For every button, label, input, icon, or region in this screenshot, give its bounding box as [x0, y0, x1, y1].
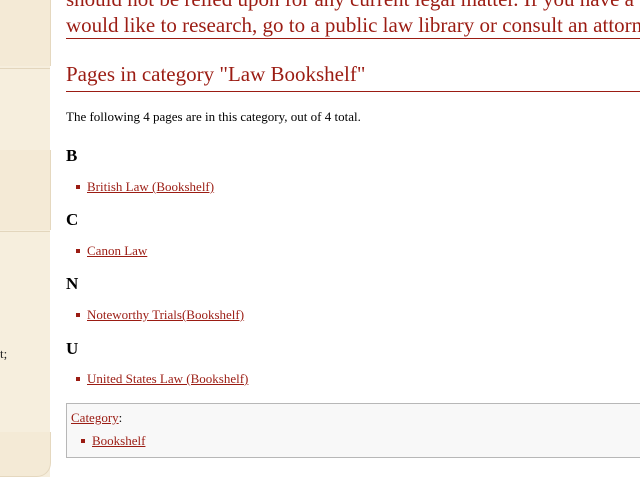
catlinks-label: Category: [71, 410, 122, 426]
list-item: Canon Law [76, 243, 147, 259]
page-link-noteworthy-trials[interactable]: Noteworthy Trials(Bookshelf) [87, 307, 244, 322]
page-link-british-law[interactable]: British Law (Bookshelf) [87, 179, 214, 194]
list-item: United States Law (Bookshelf) [76, 371, 248, 387]
category-links-box: Category: Bookshelf [66, 403, 640, 458]
list-item: British Law (Bookshelf) [76, 179, 214, 195]
heading-underline [66, 91, 640, 92]
group-letter-b: B [66, 146, 78, 165]
sidebar-text-fragment: t; [0, 346, 8, 361]
sidebar-panel [0, 150, 51, 230]
group-letter-n: N [66, 274, 79, 293]
category-link-bookshelf[interactable]: Bookshelf [92, 433, 145, 448]
sidebar-divider [0, 231, 50, 232]
category-link[interactable]: Category [71, 410, 119, 425]
page-link-canon-law[interactable]: Canon Law [87, 243, 147, 258]
bullet-icon [81, 439, 85, 444]
sidebar-corner [0, 432, 51, 477]
list-item: Bookshelf [81, 433, 145, 449]
sidebar-panel [0, 0, 51, 66]
intro-text-line-2: would like to research, go to a public l… [66, 13, 640, 37]
list-item: Noteworthy Trials(Bookshelf) [76, 307, 244, 323]
catlinks-colon: : [118, 410, 123, 425]
category-summary: The following 4 pages are in this catego… [66, 109, 361, 124]
group-letter-c: C [66, 210, 79, 229]
group-letter-u: U [66, 339, 79, 358]
bullet-icon [76, 249, 80, 254]
page-link-united-states-law[interactable]: United States Law (Bookshelf) [87, 371, 248, 386]
bullet-icon [76, 313, 80, 318]
category-heading: Pages in category "Law Bookshelf" [66, 62, 366, 86]
divider [66, 38, 640, 39]
sidebar: t; [0, 0, 51, 477]
sidebar-divider [0, 68, 50, 69]
bullet-icon [76, 185, 80, 190]
bullet-icon [76, 377, 80, 382]
